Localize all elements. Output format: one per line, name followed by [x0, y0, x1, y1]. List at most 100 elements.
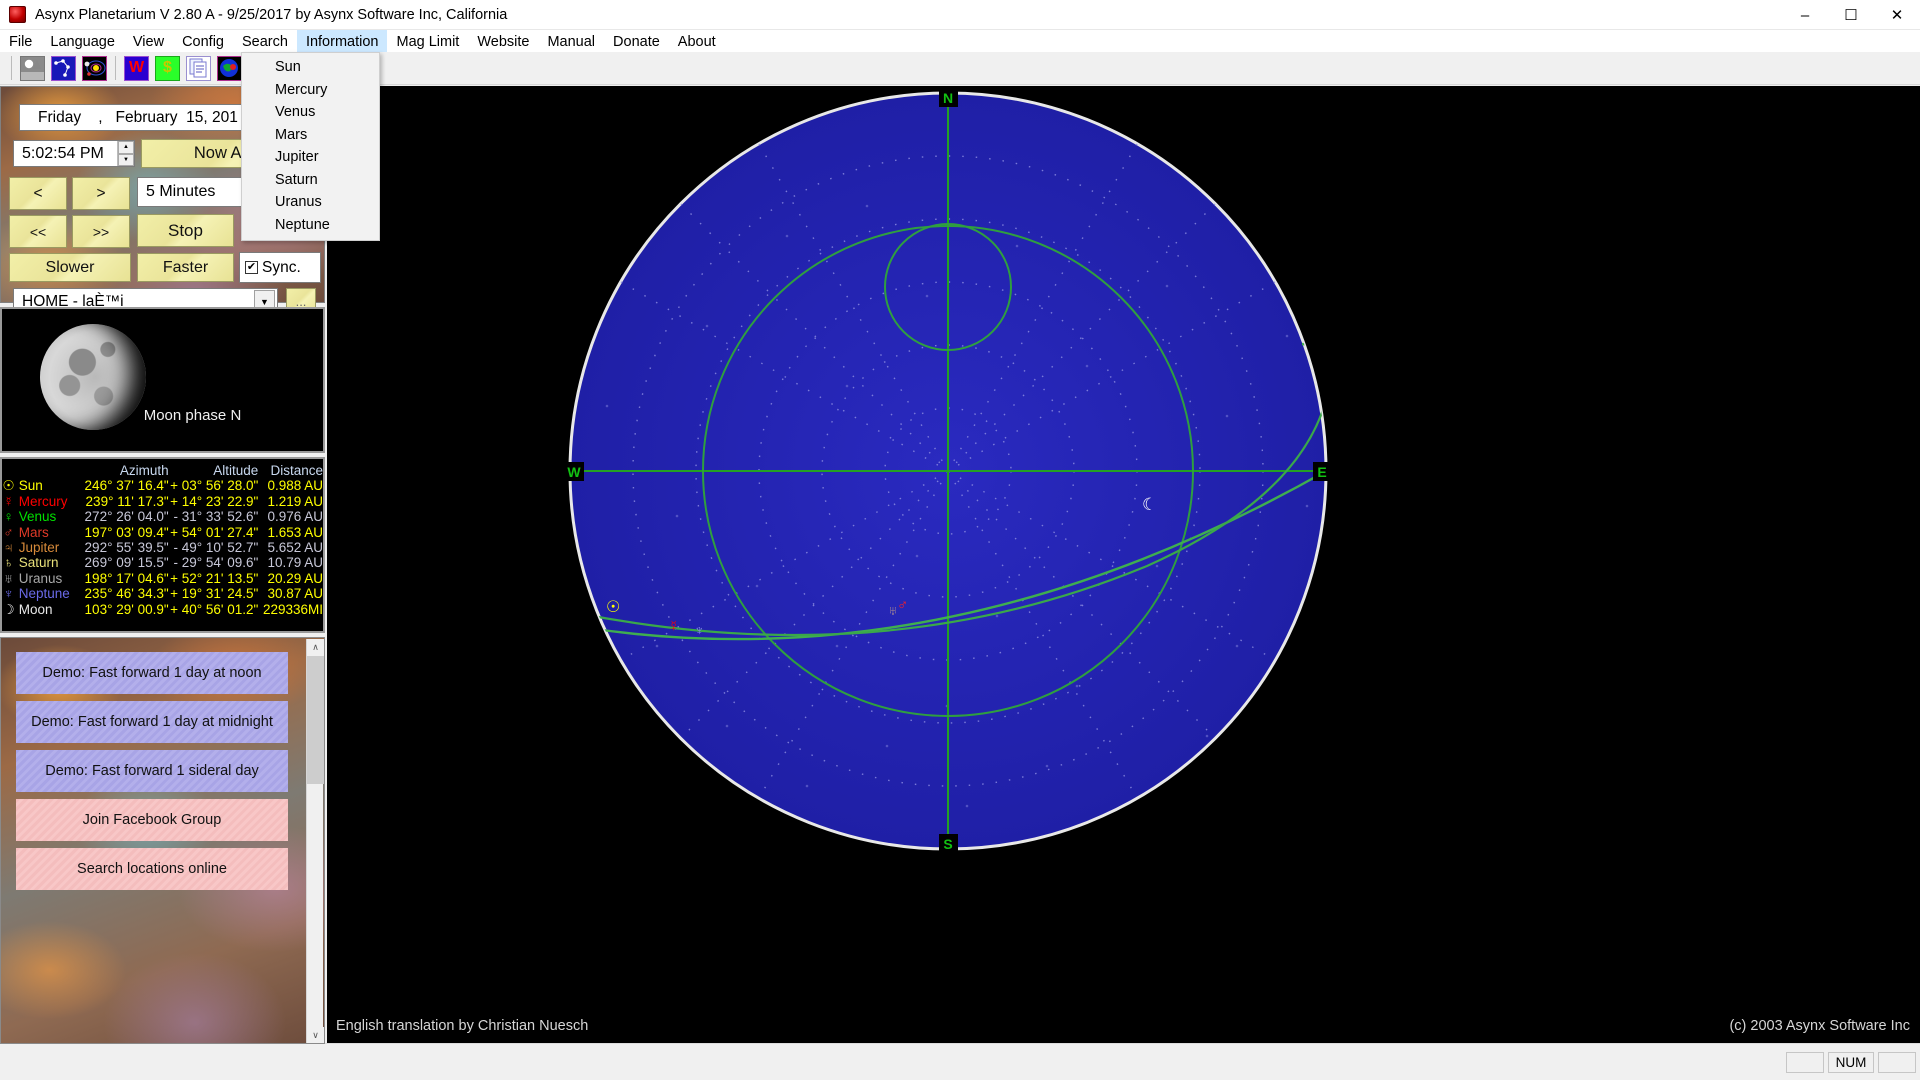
table-row[interactable]: ♄ Saturn 269° 09' 15.5" - 29° 54' 09.6" …: [2, 555, 323, 570]
demo-button-sideral[interactable]: Demo: Fast forward 1 sideral day: [16, 750, 288, 792]
menu-language[interactable]: Language: [41, 30, 124, 52]
menu-donate[interactable]: Donate: [604, 30, 669, 52]
menu-about[interactable]: About: [669, 30, 725, 52]
stop-button[interactable]: Stop: [137, 214, 234, 247]
slower-button[interactable]: Slower: [9, 253, 131, 282]
demo-scrollbar[interactable]: ∧ ∨: [306, 639, 324, 1043]
demo-button-noon[interactable]: Demo: Fast forward 1 day at noon: [16, 652, 288, 694]
fast-forward-button[interactable]: >>: [72, 215, 130, 248]
close-button[interactable]: ✕: [1874, 0, 1920, 30]
dropdown-item-uranus[interactable]: Uranus: [242, 191, 379, 214]
maximize-button[interactable]: ☐: [1828, 0, 1874, 30]
row-distance: 1.653 AU: [267, 524, 323, 540]
header-blank: [2, 463, 81, 478]
row-distance: 229336MI: [262, 601, 323, 617]
sky-chart-svg[interactable]: [327, 86, 1920, 1043]
minimize-button[interactable]: –: [1782, 0, 1828, 30]
dropdown-item-jupiter[interactable]: Jupiter: [242, 146, 379, 169]
row-distance: 30.87 AU: [267, 586, 323, 602]
neptune-marker-icon[interactable]: ♆: [694, 623, 705, 637]
sync-checkbox[interactable]: ✔: [245, 261, 258, 274]
table-row[interactable]: ♃ Jupiter 292° 55' 39.5" - 49° 10' 52.7"…: [2, 540, 323, 555]
sky-chart[interactable]: N S W E ☉ ☿ ♆ ♂ ♅ ☾ English translation …: [327, 86, 1920, 1043]
moon-marker-icon[interactable]: ☾: [1142, 496, 1157, 513]
menu-view[interactable]: View: [124, 30, 173, 52]
demo-button-midnight[interactable]: Demo: Fast forward 1 day at midnight: [16, 701, 288, 743]
neptune-symbol-icon: ♆: [3, 586, 14, 602]
menu-file[interactable]: File: [0, 30, 41, 52]
step-back-button[interactable]: <: [9, 177, 67, 210]
table-row[interactable]: ♂ Mars 197° 03' 09.4" + 54° 01' 27.4" 1.…: [2, 525, 323, 540]
mars-marker-icon[interactable]: ♂: [897, 598, 908, 613]
website-w-icon[interactable]: W: [124, 55, 149, 81]
row-name-uranus: ♅ Uranus: [2, 571, 81, 586]
scrollbar-thumb[interactable]: [307, 656, 324, 784]
scroll-down-icon[interactable]: ∨: [307, 1027, 324, 1043]
dropdown-item-neptune[interactable]: Neptune: [242, 214, 379, 237]
dropdown-item-venus[interactable]: Venus: [242, 101, 379, 124]
saturn-symbol-icon: ♄: [3, 555, 14, 571]
menu-website[interactable]: Website: [468, 30, 538, 52]
window-title: Asynx Planetarium V 2.80 A - 9/25/2017 b…: [35, 6, 508, 23]
constellation-icon[interactable]: [51, 55, 76, 81]
sync-checkbox-group[interactable]: ✔ Sync.: [239, 252, 321, 283]
row-name-mercury: ☿ Mercury: [2, 494, 81, 509]
row-distance: 10.79 AU: [267, 555, 323, 571]
translation-credit: English translation by Christian Nuesch: [336, 1018, 589, 1034]
table-row[interactable]: ♆ Neptune 235° 46' 34.3" + 19° 31' 24.5"…: [2, 586, 323, 601]
table-row[interactable]: ☉ Sun 246° 37' 16.4" + 03° 56' 28.0" 0.9…: [2, 478, 323, 493]
search-locations-button[interactable]: Search locations online: [16, 848, 288, 890]
landscape-icon[interactable]: [20, 55, 45, 81]
planet-name: Uranus: [18, 570, 63, 586]
menu-config[interactable]: Config: [173, 30, 233, 52]
planet-name: Neptune: [18, 586, 70, 602]
step-forward-button[interactable]: >: [72, 177, 130, 210]
table-row[interactable]: ☽ Moon 103° 29' 00.9" + 40° 56' 01.2" 22…: [2, 602, 323, 617]
time-field[interactable]: 5:02:54 PM ▲ ▼: [13, 140, 135, 167]
copyright-credit: (c) 2003 Asynx Software Inc: [1729, 1018, 1910, 1034]
menu-information[interactable]: Information: [296, 30, 388, 52]
row-altitude: + 54° 01' 27.4": [170, 524, 259, 540]
row-name-mars: ♂ Mars: [2, 525, 81, 540]
earth-icon[interactable]: [217, 55, 242, 81]
table-row[interactable]: ☿ Mercury 239° 11' 17.3" + 14° 23' 22.9"…: [2, 494, 323, 509]
row-azimuth: 239° 11' 17.3": [85, 493, 169, 509]
moon-symbol-icon: ☽: [2, 601, 15, 617]
dropdown-item-mars[interactable]: Mars: [242, 124, 379, 147]
facebook-group-button[interactable]: Join Facebook Group: [16, 799, 288, 841]
row-name-sun: ☉ Sun: [2, 478, 81, 493]
dropdown-item-saturn[interactable]: Saturn: [242, 169, 379, 192]
dropdown-item-mercury[interactable]: Mercury: [242, 79, 379, 102]
fast-back-button[interactable]: <<: [9, 215, 67, 248]
dropdown-item-sun[interactable]: Sun: [242, 56, 379, 79]
information-dropdown-menu: Sun Mercury Venus Mars Jupiter Saturn Ur…: [241, 52, 380, 241]
app-icon: [9, 6, 26, 23]
scroll-up-icon[interactable]: ∧: [307, 639, 324, 656]
time-spinner-up[interactable]: ▲: [118, 141, 134, 154]
table-row[interactable]: ♅ Uranus 198° 17' 04.6" + 52° 21' 13.5" …: [2, 571, 323, 586]
row-altitude: + 40° 56' 01.2": [170, 601, 259, 617]
planet-name: Venus: [18, 509, 57, 525]
uranus-marker-icon[interactable]: ♅: [888, 604, 898, 617]
row-altitude: - 29° 54' 09.6": [173, 555, 259, 571]
mercury-marker-icon[interactable]: ☿: [668, 619, 679, 634]
sun-marker-icon[interactable]: ☉: [606, 600, 620, 616]
menu-search[interactable]: Search: [233, 30, 297, 52]
menu-mag-limit[interactable]: Mag Limit: [387, 30, 468, 52]
copy-icon[interactable]: [186, 55, 211, 81]
time-spinner-down[interactable]: ▼: [118, 153, 134, 166]
faster-button[interactable]: Faster: [137, 253, 234, 282]
table-row[interactable]: ♀ Venus 272° 26' 04.0" - 31° 33' 52.6" 0…: [2, 509, 323, 524]
row-altitude: + 52° 21' 13.5": [170, 570, 259, 586]
time-value: 5:02:54 PM: [22, 144, 104, 162]
cardinal-south: S: [939, 834, 957, 853]
uranus-symbol-icon: ♅: [3, 570, 14, 586]
row-altitude: + 14° 23' 22.9": [170, 493, 259, 509]
time-spinner[interactable]: ▲ ▼: [117, 141, 134, 166]
header-distance: Distance: [270, 463, 323, 478]
row-azimuth: 103° 29' 00.9": [84, 601, 169, 617]
row-name-moon: ☽ Moon: [2, 602, 81, 617]
menu-manual[interactable]: Manual: [538, 30, 604, 52]
solar-system-icon[interactable]: [82, 55, 107, 81]
donate-dollar-icon[interactable]: $: [155, 55, 180, 81]
